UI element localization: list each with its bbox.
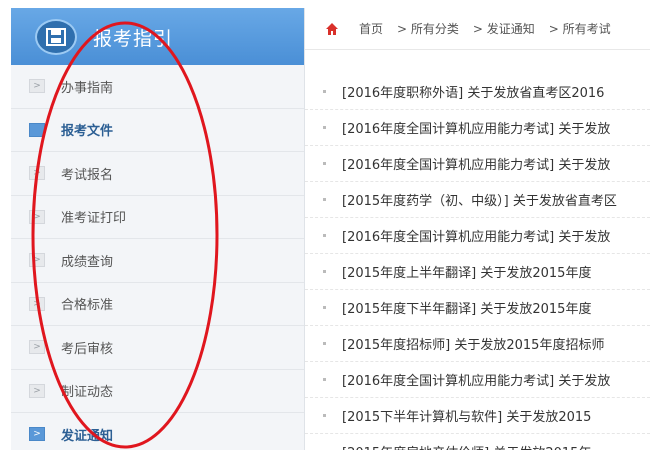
sidebar-item-certificate-news[interactable]: > 制证动态 <box>11 369 304 413</box>
sidebar-item-admission-print[interactable]: > 准考证打印 <box>11 195 304 239</box>
chevron-right-icon: > <box>29 296 45 311</box>
news-title[interactable]: [2016年度全国计算机应用能力考试] 关于发放 <box>342 226 610 245</box>
chevron-right-icon: > <box>29 166 45 181</box>
main-content: 首页 > 所有分类 > 发证通知 > 所有考试 [2016年度职称外语] 关于发… <box>305 8 650 450</box>
chevron-right-icon: > <box>29 209 45 224</box>
bullet-icon <box>323 306 326 309</box>
home-icon[interactable] <box>325 22 339 36</box>
document-icon <box>35 19 77 55</box>
news-title[interactable]: [2016年度职称外语] 关于发放省直考区2016 <box>342 82 604 101</box>
bullet-icon <box>323 126 326 129</box>
list-item[interactable]: [2016年度职称外语] 关于发放省直考区2016 <box>305 74 650 110</box>
sidebar-menu: > 办事指南 报考文件 > 考试报名 > 准考证打印 > 成绩查询 > 合格标准 > 考后审… <box>11 65 304 450</box>
breadcrumb: 首页 > 所有分类 > 发证通知 > 所有考试 <box>305 8 650 50</box>
list-item[interactable]: [2015年度上半年翻译] 关于发放2015年度 <box>305 254 650 290</box>
sidebar-item-label: 发证通知 <box>61 428 114 444</box>
list-item[interactable]: [2015年度药学（初、中级）] 关于发放省直考区 <box>305 182 650 218</box>
chevron-right-icon: > <box>29 253 45 268</box>
bullet-icon <box>323 378 326 381</box>
sidebar-title: 报考指引 <box>93 28 174 50</box>
news-title[interactable]: [2016年度全国计算机应用能力考试] 关于发放 <box>342 118 610 137</box>
news-title[interactable]: [2015年度招标师] 关于发放2015年度招标师 <box>342 334 604 353</box>
sidebar: 报考指引 > 办事指南 报考文件 > 考试报名 > 准考证打印 > 成绩查询 > 合格标准… <box>11 8 305 450</box>
breadcrumb-all-categories[interactable]: > 所有分类 <box>397 20 459 37</box>
chevron-right-icon <box>29 122 45 137</box>
chevron-right-icon: > <box>29 383 45 398</box>
news-title[interactable]: [2015下半年计算机与软件] 关于发放2015 <box>342 406 591 425</box>
breadcrumb-home[interactable]: 首页 <box>359 20 383 37</box>
news-title[interactable]: [2015年度药学（初、中级）] 关于发放省直考区 <box>342 190 617 209</box>
breadcrumb-certificate-notice[interactable]: > 发证通知 <box>473 20 535 37</box>
sidebar-header: 报考指引 <box>11 8 304 65</box>
list-item[interactable]: [2015年度下半年翻译] 关于发放2015年度 <box>305 290 650 326</box>
list-item[interactable]: [2015年度房地产估价师] 关于发放2015年 <box>305 434 650 450</box>
news-list: [2016年度职称外语] 关于发放省直考区2016 [2016年度全国计算机应用… <box>305 50 650 450</box>
sidebar-item-label: 制证动态 <box>61 385 114 401</box>
news-title[interactable]: [2015年度下半年翻译] 关于发放2015年度 <box>342 298 591 317</box>
sidebar-item-label: 报考文件 <box>61 124 114 140</box>
bullet-icon <box>323 342 326 345</box>
bullet-icon <box>323 270 326 273</box>
sidebar-item-exam-registration[interactable]: > 考试报名 <box>11 152 304 196</box>
list-item[interactable]: [2015年度招标师] 关于发放2015年度招标师 <box>305 326 650 362</box>
news-title[interactable]: [2016年度全国计算机应用能力考试] 关于发放 <box>342 154 610 173</box>
list-item[interactable]: [2016年度全国计算机应用能力考试] 关于发放 <box>305 110 650 146</box>
bullet-icon <box>323 234 326 237</box>
sidebar-item-score-query[interactable]: > 成绩查询 <box>11 239 304 283</box>
list-item[interactable]: [2015下半年计算机与软件] 关于发放2015 <box>305 398 650 434</box>
sidebar-item-label: 考试报名 <box>61 167 114 183</box>
sidebar-item-post-exam-review[interactable]: > 考后审核 <box>11 326 304 370</box>
list-item[interactable]: [2016年度全国计算机应用能力考试] 关于发放 <box>305 218 650 254</box>
news-title[interactable]: [2015年度上半年翻译] 关于发放2015年度 <box>342 262 591 281</box>
bullet-icon <box>323 198 326 201</box>
sidebar-item-label: 办事指南 <box>61 80 114 96</box>
chevron-right-icon: > <box>29 340 45 355</box>
sidebar-item-label: 成绩查询 <box>61 254 114 270</box>
list-item[interactable]: [2016年度全国计算机应用能力考试] 关于发放 <box>305 362 650 398</box>
sidebar-item-registration-docs[interactable]: 报考文件 <box>11 108 304 152</box>
breadcrumb-all-exams[interactable]: > 所有考试 <box>549 20 611 37</box>
news-title[interactable]: [2016年度全国计算机应用能力考试] 关于发放 <box>342 370 610 389</box>
sidebar-item-label: 合格标准 <box>61 298 114 314</box>
sidebar-item-label: 准考证打印 <box>61 211 127 227</box>
news-title[interactable]: [2015年度房地产估价师] 关于发放2015年 <box>342 442 591 450</box>
sidebar-item-certificate-notice[interactable]: > 发证通知 <box>11 413 304 450</box>
chevron-right-icon: > <box>29 79 45 94</box>
bullet-icon <box>323 162 326 165</box>
chevron-right-icon: > <box>29 427 45 442</box>
sidebar-item-guide[interactable]: > 办事指南 <box>11 65 304 109</box>
bullet-icon <box>323 414 326 417</box>
sidebar-item-label: 考后审核 <box>61 341 114 357</box>
bullet-icon <box>323 90 326 93</box>
list-item[interactable]: [2016年度全国计算机应用能力考试] 关于发放 <box>305 146 650 182</box>
sidebar-item-pass-standard[interactable]: > 合格标准 <box>11 282 304 326</box>
